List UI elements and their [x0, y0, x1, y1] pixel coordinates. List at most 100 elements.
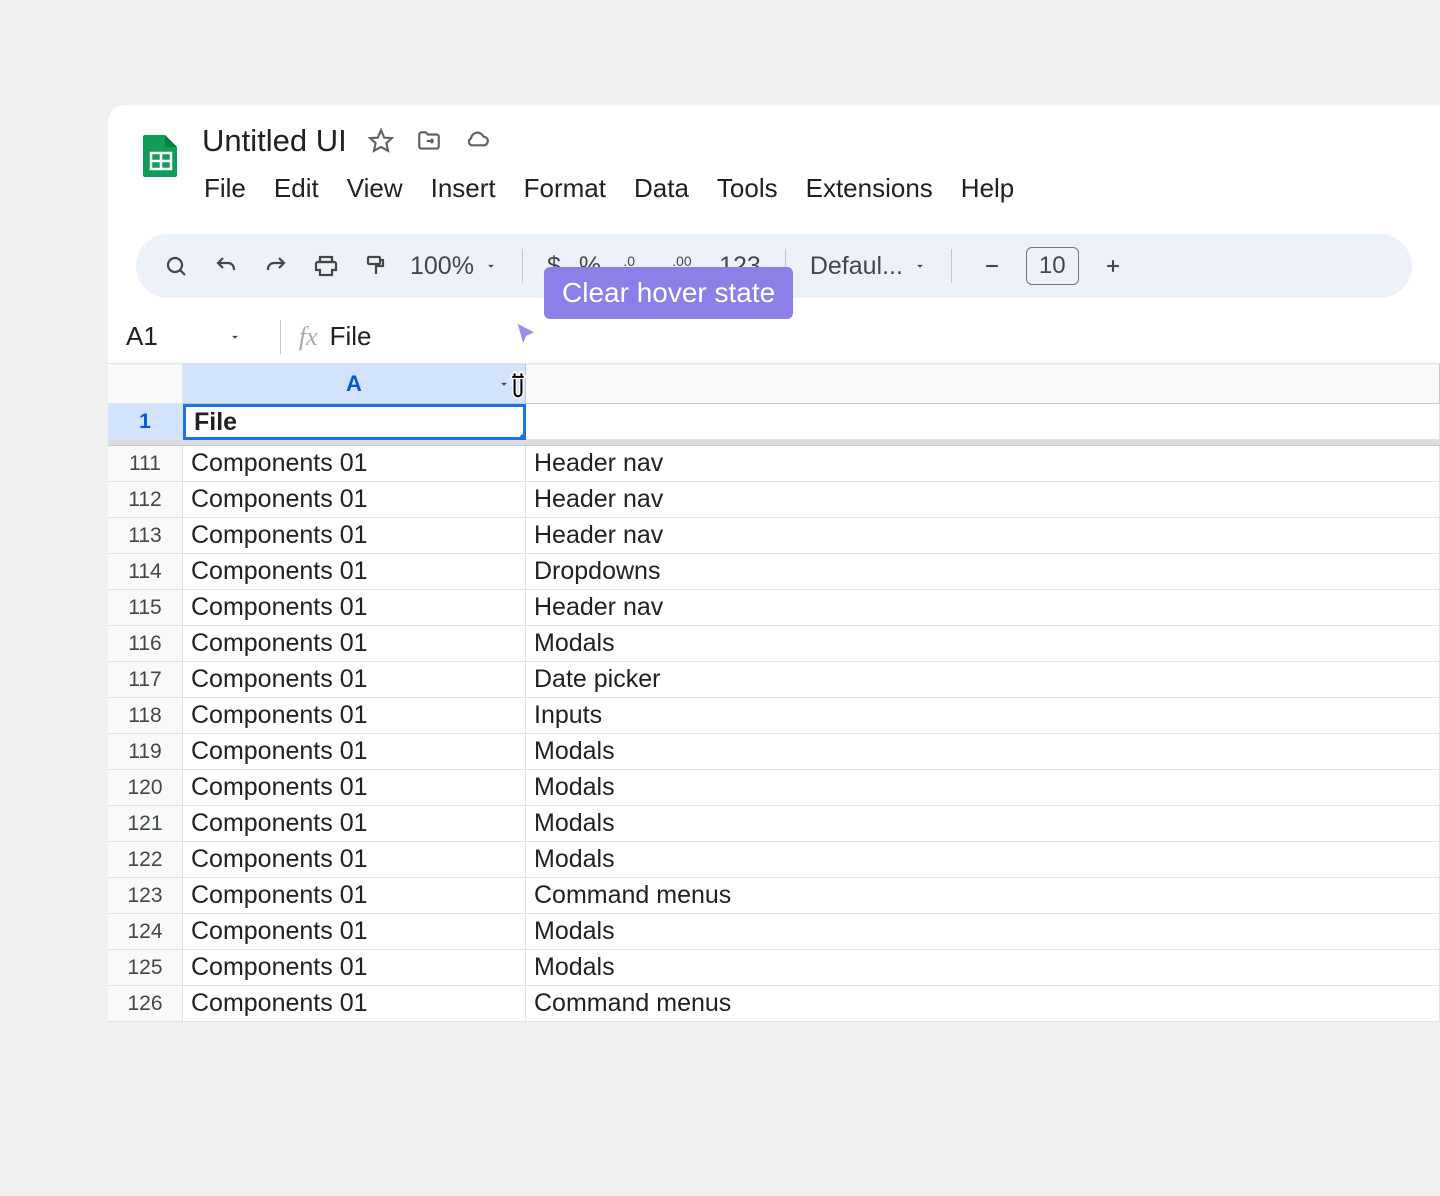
cell-b[interactable]: Command menus	[526, 986, 1440, 1022]
column-menu-icon[interactable]	[497, 371, 511, 397]
cell-b[interactable]: Date picker	[526, 662, 1440, 698]
search-icon[interactable]	[160, 250, 192, 282]
print-icon[interactable]	[310, 250, 342, 282]
row-header[interactable]: 111	[108, 446, 183, 482]
column-header-a[interactable]: A	[183, 364, 526, 404]
table-row: 119Components 01Modals	[108, 734, 1440, 770]
column-label: A	[346, 371, 362, 397]
row-header[interactable]: 123	[108, 878, 183, 914]
row-header[interactable]: 114	[108, 554, 183, 590]
font-size-input[interactable]: 10	[1026, 247, 1079, 285]
name-box[interactable]: A1	[126, 321, 262, 352]
chevron-down-icon	[913, 259, 927, 273]
spreadsheet-window: Untitled UI File Edit View Insert Format…	[108, 105, 1440, 1022]
cell-b[interactable]: Header nav	[526, 482, 1440, 518]
cell-b[interactable]: Modals	[526, 626, 1440, 662]
row-header[interactable]: 118	[108, 698, 183, 734]
row-header[interactable]: 124	[108, 914, 183, 950]
sheets-logo-icon[interactable]	[136, 123, 186, 187]
cell-b1[interactable]	[526, 404, 1440, 440]
cell-a[interactable]: Components 01	[183, 914, 526, 950]
menu-format[interactable]: Format	[524, 169, 606, 208]
menu-extensions[interactable]: Extensions	[806, 169, 933, 208]
chevron-down-icon	[484, 259, 498, 273]
cell-b[interactable]: Modals	[526, 806, 1440, 842]
menu-data[interactable]: Data	[634, 169, 689, 208]
table-row: 112Components 01Header nav	[108, 482, 1440, 518]
redo-icon[interactable]	[260, 250, 292, 282]
increase-font-icon[interactable]	[1097, 250, 1129, 282]
cell-b[interactable]: Modals	[526, 950, 1440, 986]
cell-a[interactable]: Components 01	[183, 482, 526, 518]
cell-a[interactable]: Components 01	[183, 662, 526, 698]
cell-b[interactable]: Header nav	[526, 518, 1440, 554]
formula-value: File	[330, 321, 372, 352]
document-title[interactable]: Untitled UI	[202, 123, 347, 159]
column-header-b[interactable]	[526, 364, 1440, 404]
row-header[interactable]: 121	[108, 806, 183, 842]
cell-b[interactable]: Dropdowns	[526, 554, 1440, 590]
cell-a[interactable]: Components 01	[183, 626, 526, 662]
separator	[280, 320, 281, 354]
selection-handle[interactable]	[518, 432, 526, 440]
table-row: 114Components 01Dropdowns	[108, 554, 1440, 590]
cloud-status-icon[interactable]	[463, 127, 491, 155]
cell-a[interactable]: Components 01	[183, 950, 526, 986]
hover-tooltip: Clear hover state	[544, 267, 793, 319]
menu-insert[interactable]: Insert	[431, 169, 496, 208]
star-icon[interactable]	[367, 127, 395, 155]
table-row: 111Components 01Header nav	[108, 446, 1440, 482]
move-folder-icon[interactable]	[415, 127, 443, 155]
cell-b[interactable]: Modals	[526, 842, 1440, 878]
cell-b[interactable]: Header nav	[526, 590, 1440, 626]
table-row: 118Components 01Inputs	[108, 698, 1440, 734]
cell-a[interactable]: Components 01	[183, 446, 526, 482]
zoom-dropdown[interactable]: 100%	[410, 252, 498, 281]
menu-help[interactable]: Help	[961, 169, 1014, 208]
row-header[interactable]: 119	[108, 734, 183, 770]
cell-a[interactable]: Components 01	[183, 842, 526, 878]
cell-a[interactable]: Components 01	[183, 770, 526, 806]
undo-icon[interactable]	[210, 250, 242, 282]
row-header[interactable]: 125	[108, 950, 183, 986]
cell-reference: A1	[126, 321, 158, 352]
cell-b[interactable]: Command menus	[526, 878, 1440, 914]
row-header-1[interactable]: 1	[108, 404, 183, 440]
cell-b[interactable]: Modals	[526, 914, 1440, 950]
formula-input[interactable]: fx File	[299, 321, 372, 352]
table-row: 124Components 01Modals	[108, 914, 1440, 950]
select-all-corner[interactable]	[108, 364, 183, 404]
menu-file[interactable]: File	[204, 169, 246, 208]
cell-a[interactable]: Components 01	[183, 554, 526, 590]
paint-format-icon[interactable]	[360, 250, 392, 282]
row-header[interactable]: 126	[108, 986, 183, 1022]
cell-a[interactable]: Components 01	[183, 986, 526, 1022]
decrease-font-icon[interactable]	[976, 250, 1008, 282]
row-header[interactable]: 122	[108, 842, 183, 878]
cell-b[interactable]: Modals	[526, 770, 1440, 806]
cell-a[interactable]: Components 01	[183, 878, 526, 914]
zoom-value: 100%	[410, 252, 474, 281]
fx-icon: fx	[299, 322, 318, 352]
row-header[interactable]: 117	[108, 662, 183, 698]
cell-a[interactable]: Components 01	[183, 806, 526, 842]
cell-a[interactable]: Components 01	[183, 590, 526, 626]
font-dropdown[interactable]: Defaul...	[810, 252, 927, 281]
row-header[interactable]: 115	[108, 590, 183, 626]
menu-tools[interactable]: Tools	[717, 169, 778, 208]
cell-b[interactable]: Header nav	[526, 446, 1440, 482]
cell-a[interactable]: Components 01	[183, 698, 526, 734]
cell-a[interactable]: Components 01	[183, 518, 526, 554]
row-header[interactable]: 120	[108, 770, 183, 806]
cell-a[interactable]: Components 01	[183, 734, 526, 770]
row-header[interactable]: 112	[108, 482, 183, 518]
cell-a1-selected[interactable]: File	[183, 404, 526, 440]
menu-edit[interactable]: Edit	[274, 169, 319, 208]
table-row: 126Components 01Command menus	[108, 986, 1440, 1022]
row-header[interactable]: 116	[108, 626, 183, 662]
row-header[interactable]: 113	[108, 518, 183, 554]
menu-view[interactable]: View	[347, 169, 403, 208]
cell-b[interactable]: Inputs	[526, 698, 1440, 734]
table-row: 121Components 01Modals	[108, 806, 1440, 842]
cell-b[interactable]: Modals	[526, 734, 1440, 770]
